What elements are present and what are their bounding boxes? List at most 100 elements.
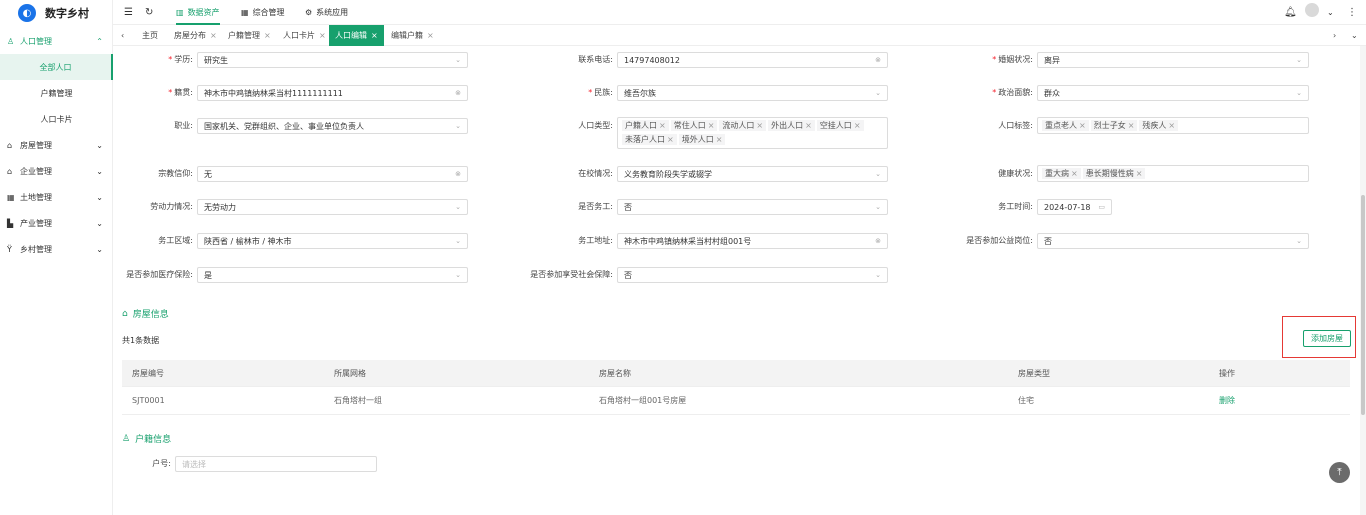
phone-input[interactable]: 14797408012 ⊗ — [617, 52, 888, 68]
tab-scroll-left-icon[interactable]: ‹ — [121, 25, 124, 46]
close-icon[interactable]: × — [1071, 169, 1078, 178]
household-select[interactable]: 请选择 — [175, 456, 377, 472]
work-time-picker[interactable]: 2024-07-18 ▭ — [1037, 199, 1112, 215]
tab-household[interactable]: 户籍管理 × — [228, 25, 271, 46]
ethnicity-label: * 民族: — [588, 88, 613, 97]
sidebar-group-enterprise[interactable]: ⌂ 企业管理 ⌄ — [0, 158, 113, 184]
religion-input[interactable]: 无 ⊗ — [197, 166, 468, 182]
close-icon[interactable]: × — [659, 121, 666, 130]
tag: 境外人口 × — [678, 134, 726, 145]
column-header: 所属网格 — [334, 368, 366, 378]
medical-select[interactable]: 是 ⌄ — [197, 267, 468, 283]
labor-select[interactable]: 无劳动力 ⌄ — [197, 199, 468, 215]
political-select[interactable]: 群众 ⌄ — [1037, 85, 1309, 101]
close-icon[interactable]: × — [667, 135, 674, 144]
back-to-top-icon[interactable]: ⤒ — [1329, 462, 1350, 483]
bell-icon[interactable]: 🔔︎ — [1284, 6, 1297, 18]
chevron-down-icon: ⌄ — [875, 89, 881, 97]
health-select[interactable]: 重大病 × 患长期慢性病 × — [1037, 165, 1309, 182]
chevron-down-icon: ⌄ — [1296, 56, 1302, 64]
pop-tags-select[interactable]: 重点老人 × 烈士子女 × 残疾人 × — [1037, 117, 1309, 134]
top-nav-general[interactable]: ▦ 综合管理 — [241, 6, 285, 18]
close-icon[interactable]: × — [319, 31, 326, 40]
occupation-select[interactable]: 国家机关、党群组织、企业、事业单位负责人 ⌄ — [197, 118, 468, 134]
chevron-down-icon: ⌄ — [96, 166, 103, 176]
chevron-down-icon: ⌄ — [455, 56, 461, 64]
social-select[interactable]: 否 ⌄ — [617, 267, 888, 283]
work-addr-input[interactable]: 神木市中鸡镇纳林采当村村组001号 ⊗ — [617, 233, 888, 249]
sidebar-group-industry[interactable]: ▙ 产业管理 ⌄ — [0, 210, 113, 236]
close-icon[interactable]: × — [1136, 169, 1143, 178]
sidebar-group-village[interactable]: Ÿ 乡村管理 ⌄ — [0, 236, 113, 262]
pop-type-select[interactable]: 户籍人口 × 常住人口 × 流动人口 × 外出人口 × 空挂人口 × 未落户人口 × 境外人… — [617, 117, 888, 149]
tab-population-card[interactable]: 人口卡片 × — [283, 25, 326, 46]
work-time-label: 务工时间: — [998, 202, 1033, 211]
close-icon[interactable]: × — [756, 121, 763, 130]
refresh-icon[interactable]: ↻ — [145, 6, 153, 18]
ethnicity-select[interactable]: 维吾尔族 ⌄ — [617, 85, 888, 101]
menu-fold-icon[interactable]: ☰ — [124, 6, 133, 18]
public-post-select[interactable]: 否 ⌄ — [1037, 233, 1309, 249]
tab-scroll-right-icon[interactable]: › — [1333, 25, 1336, 46]
sidebar-item-population-card[interactable]: 人口卡片 — [0, 106, 113, 132]
delete-link[interactable]: 删除 — [1219, 387, 1235, 414]
avatar[interactable] — [1305, 3, 1319, 17]
labor-label: 劳动力情况: — [150, 202, 193, 211]
tab-dropdown-icon[interactable]: ⌄ — [1351, 25, 1358, 46]
chart-icon: ▥ — [176, 7, 184, 17]
tag: 户籍人口 × — [622, 120, 669, 131]
home-icon: ⌂ — [122, 308, 128, 319]
sidebar-item-all-population[interactable]: 全部人口 — [0, 54, 113, 80]
close-icon[interactable]: × — [1168, 121, 1175, 130]
close-icon[interactable]: × — [1079, 121, 1086, 130]
work-area-cascader[interactable]: 陕西省 / 榆林市 / 神木市 ⌄ — [197, 233, 468, 249]
tab-home[interactable]: 主页 — [142, 25, 158, 46]
is-worker-label: 是否务工: — [578, 202, 613, 211]
close-icon[interactable]: × — [264, 31, 271, 40]
clear-icon[interactable]: ⊗ — [875, 237, 881, 245]
close-icon[interactable]: × — [854, 121, 861, 130]
table-row: SJT0001 石角塔村一组 石角塔村一组001号房屋 住宅 删除 — [122, 387, 1350, 415]
tab-population-edit[interactable]: 人口编辑 × — [329, 25, 384, 46]
top-nav-system[interactable]: ⚙ 系统应用 — [305, 6, 348, 18]
close-icon[interactable]: × — [708, 121, 715, 130]
chevron-down-icon[interactable]: ⌄ — [1327, 6, 1334, 18]
tag: 外出人口 × — [768, 120, 815, 131]
tag: 患长期慢性病 × — [1082, 168, 1146, 179]
close-icon[interactable]: × — [371, 31, 378, 40]
sidebar-group-population[interactable]: ♙ 人口管理 ⌃ — [0, 28, 113, 54]
user-icon: ♙ — [122, 433, 131, 444]
chevron-down-icon: ⌄ — [96, 192, 103, 202]
logo[interactable]: ◐ 数字乡村 — [18, 4, 89, 22]
tab-edit-household[interactable]: 编辑户籍 × — [391, 25, 434, 46]
chevron-down-icon: ⌄ — [1296, 237, 1302, 245]
tag: 未落户人口 × — [622, 134, 677, 145]
gear-icon: ⚙ — [305, 7, 313, 17]
village-icon: Ÿ — [7, 244, 12, 254]
user-icon: ♙ — [7, 36, 15, 46]
marital-select[interactable]: 离异 ⌄ — [1037, 52, 1309, 68]
is-worker-select[interactable]: 否 ⌄ — [617, 199, 888, 215]
add-house-button[interactable]: 添加房屋 — [1303, 330, 1351, 347]
clear-icon[interactable]: ⊗ — [875, 56, 881, 64]
native-input[interactable]: 神木市中鸡镇纳林采当村1111111111 ⊗ — [197, 85, 468, 101]
top-nav-data-assets[interactable]: ▥ 数据资产 — [176, 6, 220, 25]
sidebar-group-house[interactable]: ⌂ 房屋管理 ⌄ — [0, 132, 113, 158]
social-label: 是否参加享受社会保障: — [530, 270, 613, 279]
school-select[interactable]: 义务教育阶段失学或辍学 ⌄ — [617, 166, 888, 182]
close-icon[interactable]: × — [1128, 121, 1135, 130]
scrollbar-thumb[interactable] — [1361, 195, 1365, 415]
health-label: 健康状况: — [998, 169, 1033, 178]
close-icon[interactable]: × — [427, 31, 434, 40]
close-icon[interactable]: × — [805, 121, 812, 130]
more-vertical-icon[interactable]: ⋮ — [1347, 6, 1357, 18]
education-select[interactable]: 研究生 ⌄ — [197, 52, 468, 68]
clear-icon[interactable]: ⊗ — [455, 170, 461, 178]
tab-house-distribution[interactable]: 房屋分布 × — [174, 25, 217, 46]
column-header: 房屋名称 — [599, 368, 631, 378]
sidebar-item-household[interactable]: 户籍管理 — [0, 80, 113, 106]
sidebar-group-land[interactable]: ▦ 土地管理 ⌄ — [0, 184, 113, 210]
clear-icon[interactable]: ⊗ — [455, 89, 461, 97]
close-icon[interactable]: × — [716, 135, 723, 144]
close-icon[interactable]: × — [210, 31, 217, 40]
